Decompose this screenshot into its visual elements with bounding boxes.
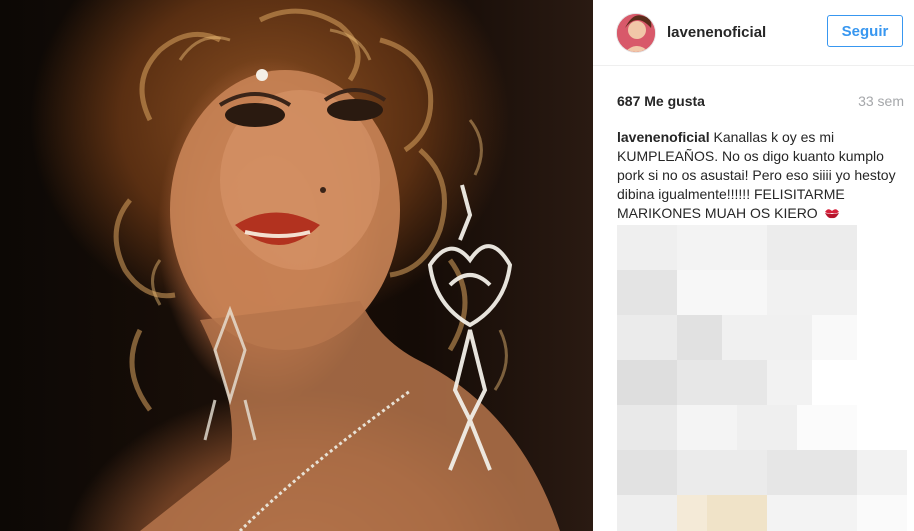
avatar-image-icon (617, 14, 655, 52)
likes-count[interactable]: 687 Me gusta (617, 93, 705, 109)
header-username[interactable]: lavenenoficial (667, 24, 766, 41)
follow-button[interactable]: Seguir (827, 15, 903, 47)
post-photo[interactable] (0, 0, 593, 531)
post-timestamp[interactable]: 33 sem (858, 93, 904, 109)
kiss-mark-icon (824, 209, 839, 219)
post-sidebar: lavenenoficial Seguir 687 Me gusta 33 se… (593, 0, 914, 531)
avatar[interactable] (616, 13, 656, 53)
portrait-illustration (113, 8, 560, 531)
blurred-comments (617, 225, 907, 531)
post-header: lavenenoficial Seguir (593, 0, 914, 66)
post-caption: lavenenoficial Kanallas k oy es mi KUMPL… (617, 128, 907, 223)
caption-username[interactable]: lavenenoficial (617, 129, 710, 145)
